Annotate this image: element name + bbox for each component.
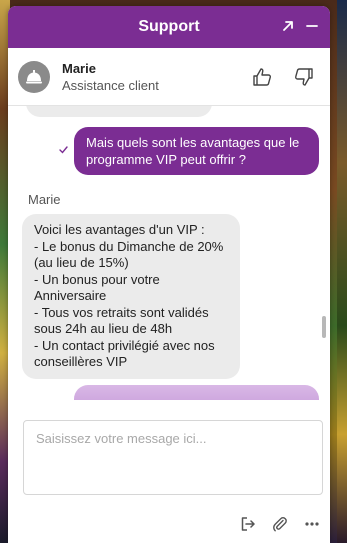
more-options-icon[interactable] (302, 514, 322, 534)
rating-controls (250, 65, 320, 89)
agent-message-bubble: Voici les avantages d'un VIP : - Le bonu… (22, 214, 240, 379)
arrow-up-right-icon[interactable] (276, 14, 300, 38)
paperclip-icon[interactable] (270, 514, 290, 534)
service-bell-icon (18, 60, 50, 93)
agent-name: Marie (62, 60, 96, 76)
composer-toolbar (238, 514, 322, 534)
window-title: Support (138, 18, 200, 35)
agent-header: Marie Assistance client (8, 48, 330, 106)
minimize-icon[interactable] (300, 14, 324, 38)
next-message-bubble (74, 385, 319, 400)
agent-info: Marie Assistance client (62, 61, 159, 93)
message-list[interactable]: Mais quels sont les avantages que le pro… (8, 106, 330, 400)
previous-message-bubble (26, 106, 212, 117)
agent-role: Assistance client (62, 77, 159, 93)
support-chat-widget: Support Marie Assistance client Mais que… (8, 6, 330, 543)
check-icon (59, 145, 68, 157)
message-sender-name: Marie (28, 192, 61, 207)
message-input[interactable] (23, 420, 323, 495)
background-right-edge (337, 0, 347, 543)
thumbs-down-icon[interactable] (292, 65, 316, 89)
message-scrollbar[interactable] (322, 316, 326, 338)
user-message-bubble: Mais quels sont les avantages que le pro… (74, 127, 319, 175)
chat-titlebar: Support (8, 6, 330, 48)
thumbs-up-icon[interactable] (250, 65, 274, 89)
exit-chat-icon[interactable] (238, 514, 258, 534)
